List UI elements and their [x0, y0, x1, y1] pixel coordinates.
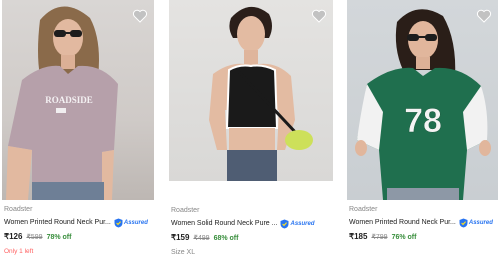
product-title[interactable]: Women Solid Round Neck Pure ... — [171, 218, 277, 229]
product-mrp: ₹799 — [371, 234, 388, 241]
product-card[interactable]: 78 Roadster Women Printed Round Neck Pur… — [347, 0, 498, 243]
wishlist-heart-icon[interactable] — [476, 8, 492, 24]
product-mrp: ₹499 — [193, 235, 210, 242]
product-photo — [209, 6, 313, 181]
product-brand: Roadster — [171, 207, 200, 214]
product-brand: Roadster — [349, 206, 378, 213]
product-discount: 78% off — [46, 234, 72, 241]
product-discount: 76% off — [391, 234, 417, 241]
shirt-print-text: ROADSIDE — [45, 95, 93, 105]
product-photo: ROADSIDE — [6, 6, 118, 200]
product-photo: 78 — [355, 9, 491, 200]
product-image[interactable] — [169, 0, 333, 181]
assured-badge: Assured — [459, 218, 493, 228]
assured-label: Assured — [290, 220, 315, 227]
assured-badge-icon — [114, 218, 123, 227]
assured-badge: Assured — [280, 219, 315, 229]
assured-label: Assured — [123, 219, 148, 226]
product-price: ₹126 — [4, 232, 23, 241]
shirt-print-number: 78 — [404, 102, 442, 140]
stock-status: Only 1 left — [4, 248, 34, 255]
product-title[interactable]: Women Printed Round Neck Pur... — [349, 217, 456, 228]
assured-badge: Assured — [114, 218, 148, 228]
product-price: ₹185 — [349, 232, 368, 241]
assured-badge-icon — [280, 219, 289, 228]
wishlist-heart-icon[interactable] — [311, 8, 327, 24]
assured-badge-icon — [459, 218, 468, 227]
product-title[interactable]: Women Printed Round Neck Pur... — [4, 217, 111, 228]
assured-label: Assured — [468, 219, 493, 226]
product-card[interactable]: Roadster Women Solid Round Neck Pure ...… — [169, 0, 333, 258]
product-brand: Roadster — [4, 206, 33, 213]
product-mrp: ₹599 — [26, 234, 43, 241]
image-bottom-spacer — [169, 181, 333, 200]
product-card[interactable]: ROADSIDE Roadster Women Printed Round Ne… — [2, 0, 154, 257]
product-price: ₹159 — [171, 233, 190, 242]
product-image[interactable]: ROADSIDE — [2, 0, 154, 200]
size-label: Size XL — [171, 249, 196, 256]
product-discount: 68% off — [213, 235, 239, 242]
product-image[interactable]: 78 — [347, 0, 498, 200]
wishlist-heart-icon[interactable] — [132, 8, 148, 24]
